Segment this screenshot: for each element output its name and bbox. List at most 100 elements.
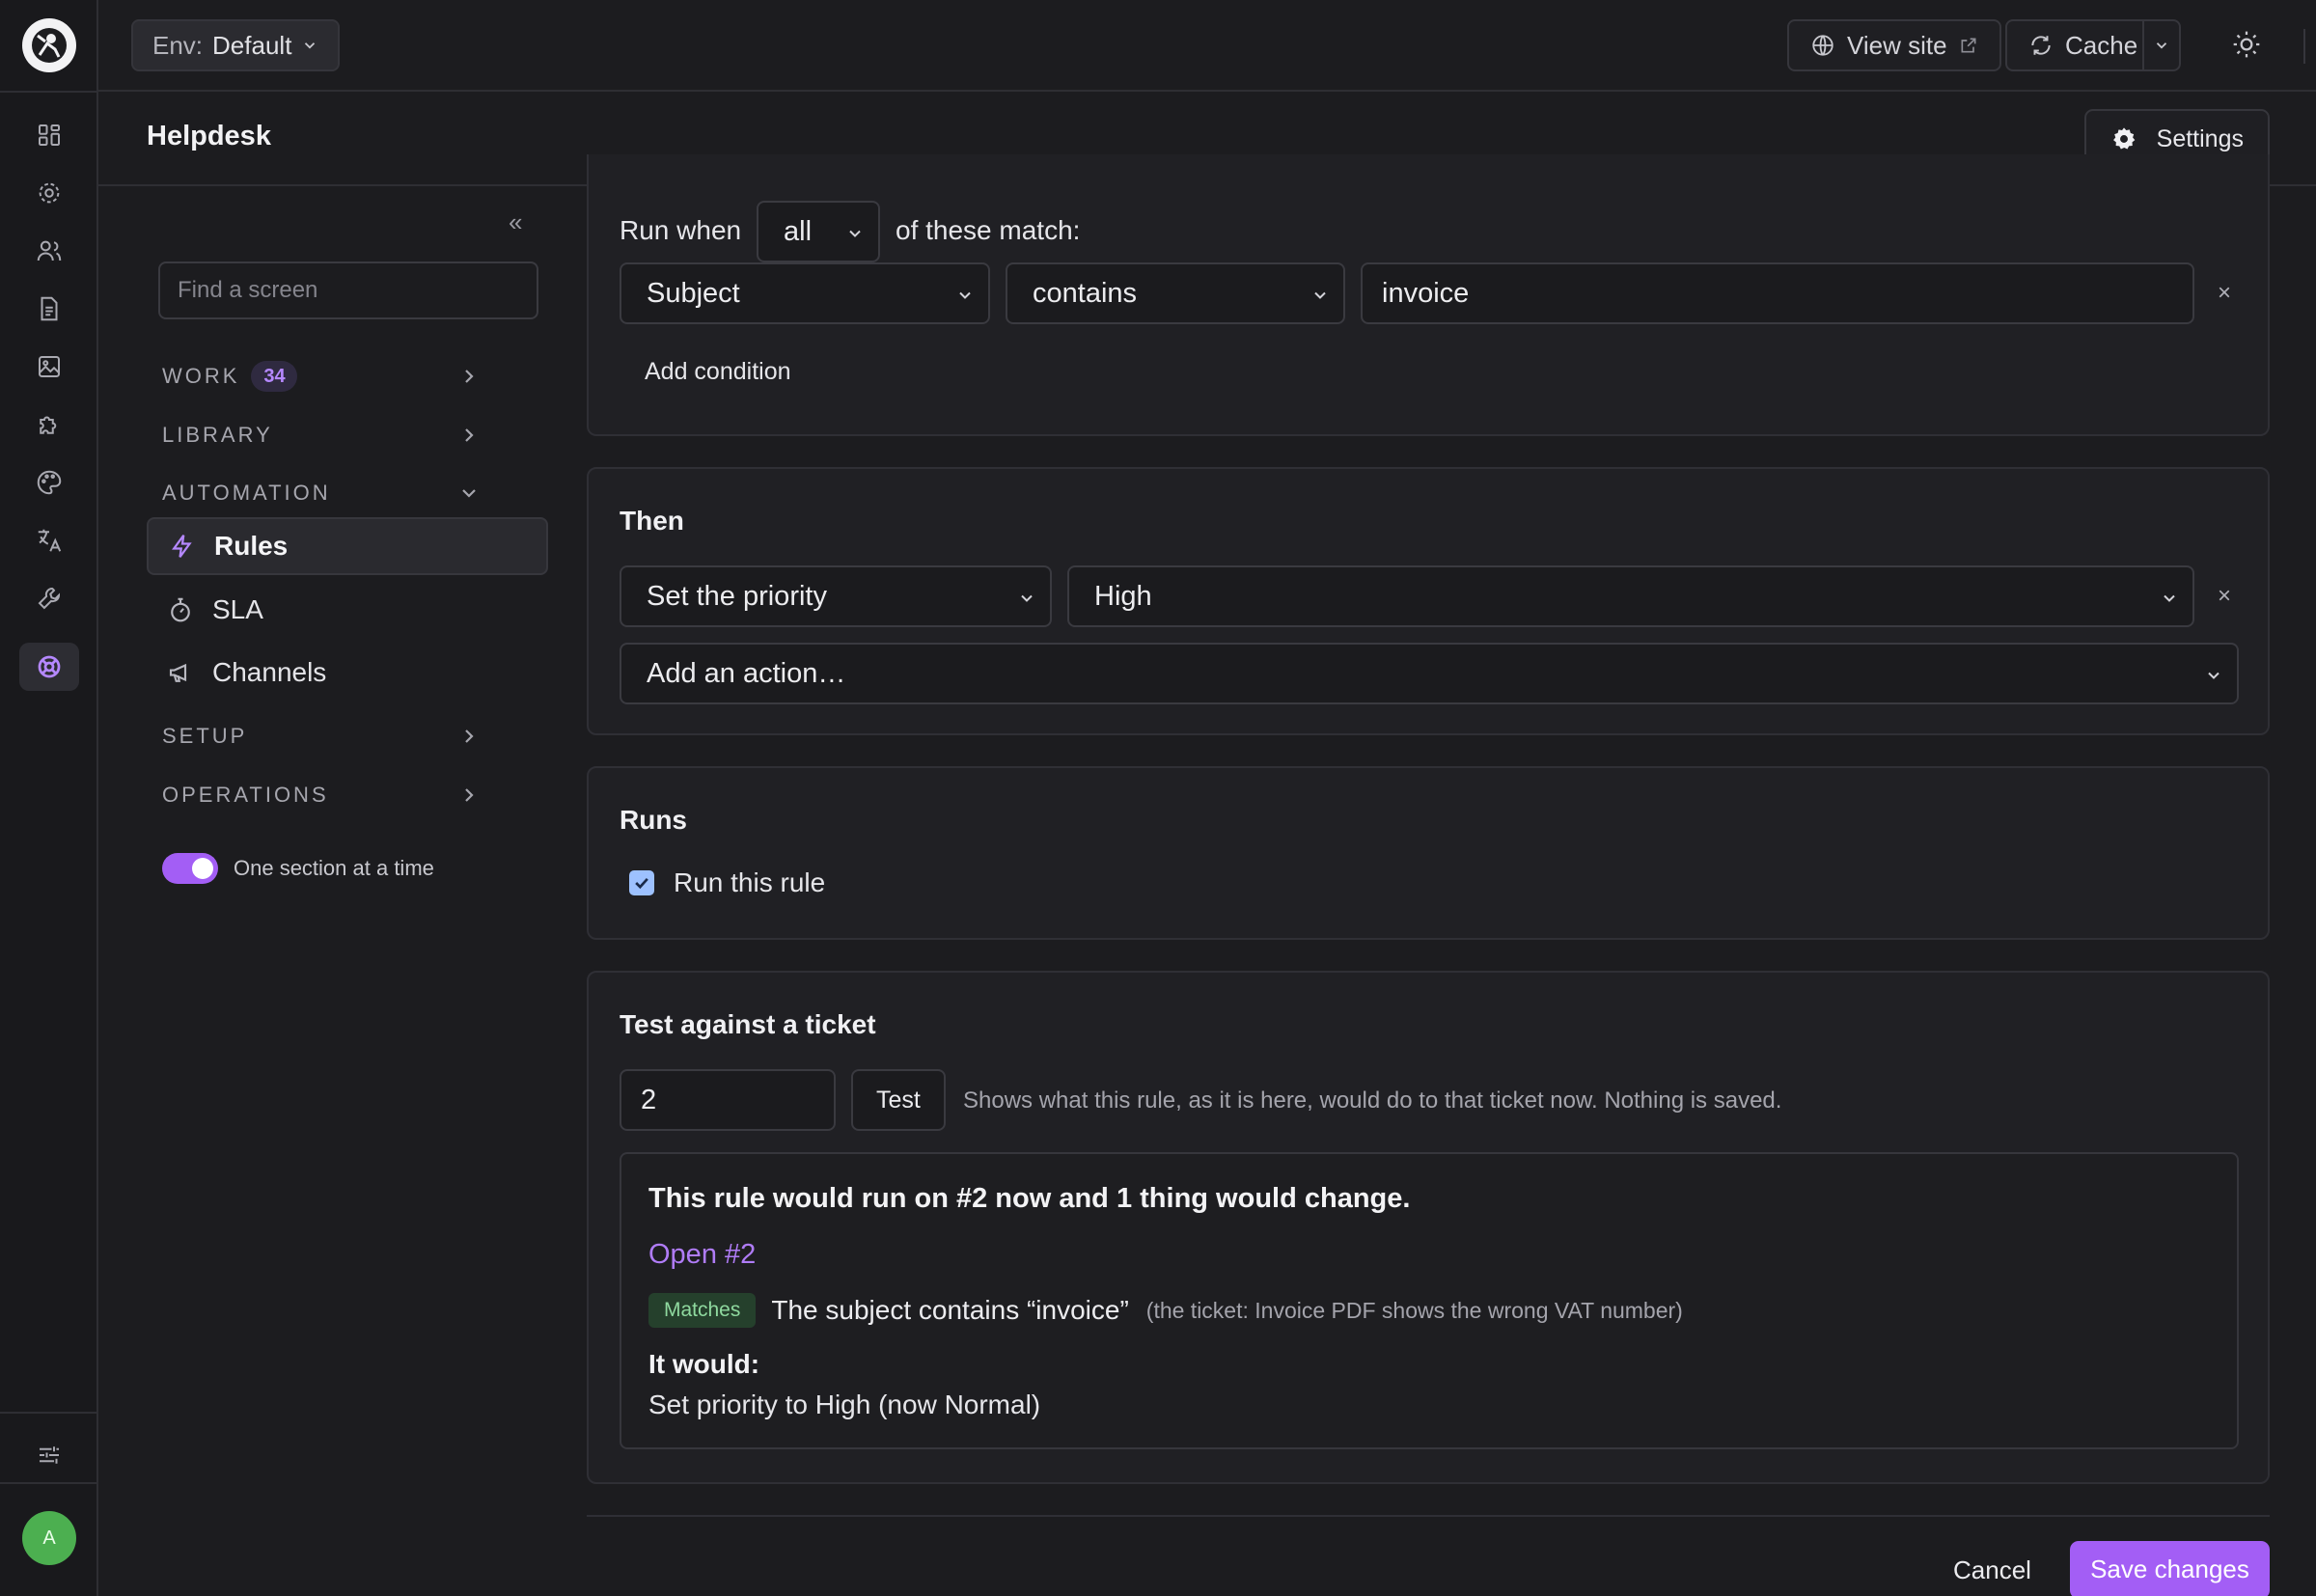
group-automation-label: AUTOMATION xyxy=(162,481,331,505)
puzzle-icon xyxy=(40,416,57,434)
would-label: It would: xyxy=(648,1349,760,1379)
rail-media[interactable] xyxy=(19,343,79,391)
add-action-select[interactable]: Add an action… xyxy=(620,643,2239,704)
cache-label: Cache xyxy=(2065,30,2138,60)
find-screen-input[interactable] xyxy=(158,261,538,319)
condition-operator-value: contains xyxy=(1033,277,1138,309)
lightning-icon xyxy=(172,535,192,558)
env-label: Env: xyxy=(152,30,204,60)
section-sidebar: « WORK 34 LIBRARY AUTOMATION Rules SLA C… xyxy=(98,188,577,1596)
checkmark-icon xyxy=(635,877,648,890)
view-site-label: View site xyxy=(1847,30,1947,60)
rail-tools[interactable] xyxy=(19,574,79,622)
dashboard-icon xyxy=(39,124,60,146)
match-mode-value: all xyxy=(784,215,813,247)
sidebar-item-sla[interactable]: SLA xyxy=(147,581,548,639)
megaphone-icon xyxy=(169,663,187,682)
footer-divider xyxy=(587,1515,2270,1517)
chevron-right-icon xyxy=(465,788,474,802)
view-site-button[interactable]: View site xyxy=(1787,19,2001,71)
group-library[interactable]: LIBRARY xyxy=(162,416,481,454)
chevron-down-icon xyxy=(2156,42,2167,49)
gear-icon xyxy=(2112,127,2135,150)
condition-value-input[interactable]: invoice xyxy=(1361,262,2194,324)
group-setup[interactable]: SETUP xyxy=(162,717,481,756)
cache-menu-button[interactable] xyxy=(2142,19,2181,71)
group-library-label: LIBRARY xyxy=(162,423,273,447)
chevron-right-icon xyxy=(465,370,474,383)
image-icon xyxy=(39,356,60,377)
match-text: The subject contains “invoice” xyxy=(771,1295,1129,1325)
rail-plugins[interactable] xyxy=(19,400,79,449)
top-bar: Env: Default View site Cache xyxy=(98,0,2316,92)
save-changes-button[interactable]: Save changes xyxy=(2070,1541,2270,1596)
condition-value: invoice xyxy=(1382,277,1470,309)
test-result-panel: This rule would run on #2 now and 1 thin… xyxy=(620,1152,2239,1449)
test-card: Test against a ticket 2 Test Shows what … xyxy=(587,971,2270,1484)
matches-chip: Matches xyxy=(648,1293,757,1328)
test-button[interactable]: Test xyxy=(851,1069,946,1131)
stopwatch-icon xyxy=(171,597,190,622)
add-condition-button[interactable]: Add condition xyxy=(645,358,791,386)
action-select[interactable]: Set the priority xyxy=(620,565,1052,627)
astronaut-logo-icon xyxy=(32,28,67,63)
rail-settings[interactable] xyxy=(19,169,79,217)
group-work[interactable]: WORK 34 xyxy=(162,357,481,396)
app-logo[interactable] xyxy=(22,18,76,72)
run-rule-checkbox[interactable] xyxy=(629,870,654,895)
gear-icon xyxy=(39,182,60,204)
run-rule-label[interactable]: Run this rule xyxy=(674,867,825,898)
chevron-down-icon xyxy=(849,230,861,237)
ticket-number-input[interactable]: 2 xyxy=(620,1069,836,1131)
rail-appearance[interactable] xyxy=(19,458,79,507)
condition-operator-select[interactable]: contains xyxy=(1006,262,1345,324)
translate-icon xyxy=(38,529,62,552)
users-icon xyxy=(37,240,62,261)
group-operations[interactable]: OPERATIONS xyxy=(162,776,481,814)
match-row: Matches The subject contains “invoice” (… xyxy=(648,1293,1683,1328)
action-value-select[interactable]: High xyxy=(1067,565,2194,627)
sidebar-item-rules[interactable]: Rules xyxy=(147,517,548,575)
test-hint: Shows what this rule, as it is here, wou… xyxy=(963,1087,1782,1114)
condition-field-select[interactable]: Subject xyxy=(620,262,990,324)
open-ticket-link[interactable]: Open #2 xyxy=(648,1239,756,1271)
collapse-sidebar-icon[interactable]: « xyxy=(509,207,522,237)
theme-toggle[interactable] xyxy=(2231,29,2262,60)
result-headline: This rule would run on #2 now and 1 thin… xyxy=(648,1183,1411,1214)
chevron-right-icon xyxy=(465,428,474,442)
chevron-down-icon xyxy=(1021,594,1033,602)
wrench-icon xyxy=(38,587,61,610)
group-work-label: WORK xyxy=(162,364,240,388)
match-mode-select[interactable]: all xyxy=(757,201,880,262)
env-switcher[interactable]: Env: Default xyxy=(131,19,341,71)
rail-dashboard[interactable] xyxy=(19,111,79,159)
rail-helpdesk[interactable] xyxy=(19,643,79,691)
rail-preferences[interactable] xyxy=(19,1431,79,1479)
remove-condition-button[interactable]: × xyxy=(2218,280,2231,307)
group-automation[interactable]: AUTOMATION xyxy=(162,474,481,512)
one-section-toggle[interactable] xyxy=(162,853,218,884)
of-these-match-label: of these match: xyxy=(896,215,1081,245)
rail-users[interactable] xyxy=(19,227,79,275)
conditions-card: Run when all of these match: Subject con… xyxy=(587,154,2270,436)
sidebar-item-channels[interactable]: Channels xyxy=(147,644,548,702)
chevron-right-icon xyxy=(465,729,474,743)
page-title: Helpdesk xyxy=(147,121,271,151)
env-value: Default xyxy=(212,30,292,60)
lifebuoy-icon xyxy=(38,655,61,678)
sliders-icon xyxy=(40,1446,59,1464)
sidebar-item-label: SLA xyxy=(212,594,263,624)
chevron-down-icon xyxy=(2208,672,2220,679)
rail-translations[interactable] xyxy=(19,516,79,564)
user-avatar[interactable]: A xyxy=(22,1511,76,1565)
cancel-button[interactable]: Cancel xyxy=(1953,1555,2031,1585)
refresh-icon xyxy=(2031,36,2051,55)
remove-action-button[interactable]: × xyxy=(2218,583,2231,610)
action-value: Set the priority xyxy=(647,580,827,612)
icon-rail: A xyxy=(0,0,98,1596)
runs-card: Runs Run this rule xyxy=(587,766,2270,940)
rail-documents[interactable] xyxy=(19,285,79,333)
group-setup-label: SETUP xyxy=(162,724,248,748)
chevron-down-icon xyxy=(959,291,971,299)
run-when-label: Run when xyxy=(620,215,742,245)
